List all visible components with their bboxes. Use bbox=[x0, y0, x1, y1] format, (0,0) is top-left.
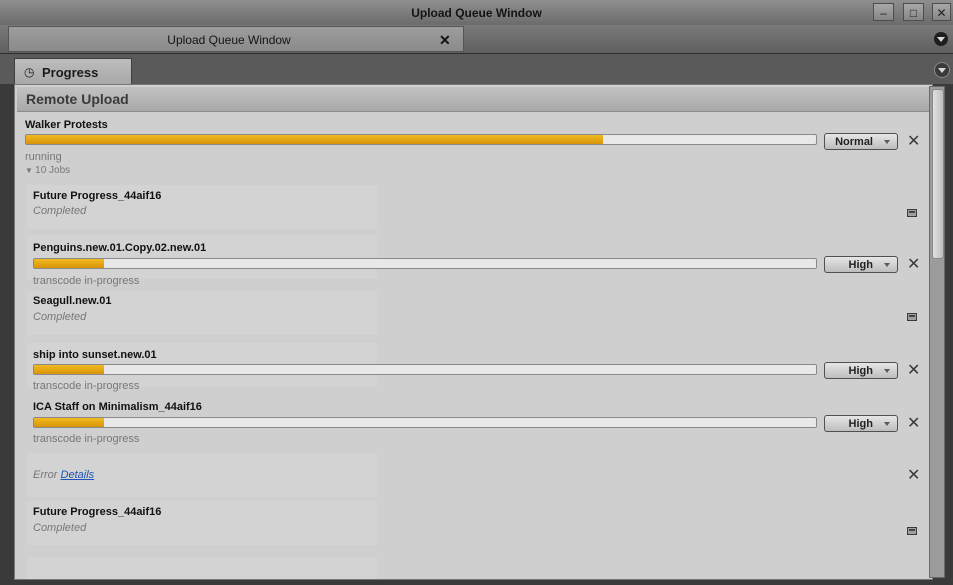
list-item bbox=[27, 557, 377, 579]
chevron-down-icon bbox=[884, 263, 890, 267]
job-status: Completed bbox=[33, 205, 87, 217]
cancel-job-icon[interactable]: ✕ bbox=[907, 363, 920, 379]
job-status: transcode in-progress bbox=[33, 275, 140, 287]
job-priority-select[interactable]: High bbox=[824, 415, 898, 432]
tab-upload-queue[interactable]: Upload Queue Window ✕ bbox=[8, 26, 464, 52]
job-progress-bar bbox=[33, 258, 817, 269]
close-window-button[interactable]: ✕ bbox=[932, 3, 951, 21]
document-icon[interactable] bbox=[907, 209, 917, 217]
window-title: Upload Queue Window bbox=[411, 6, 542, 20]
cancel-job-icon[interactable]: ✕ bbox=[907, 257, 920, 273]
job-status: Completed bbox=[33, 311, 87, 323]
scrollbar-thumb[interactable] bbox=[932, 89, 944, 259]
clock-icon: ◷ bbox=[24, 65, 35, 79]
panel-tab-row: ◷ Progress bbox=[0, 54, 953, 84]
triangle-down-icon: ▼ bbox=[25, 166, 36, 175]
job-name: ship into sunset.new.01 bbox=[33, 349, 157, 361]
progress-fill bbox=[34, 365, 105, 374]
chevron-down-icon bbox=[884, 140, 890, 144]
section-header: Remote Upload bbox=[17, 87, 929, 112]
priority-value: High bbox=[848, 365, 873, 377]
progress-fill bbox=[34, 259, 105, 268]
cancel-main-job-icon[interactable]: ✕ bbox=[907, 134, 920, 150]
jobs-toggle[interactable]: ▼ 10 Jobs bbox=[25, 165, 70, 176]
job-name: Future Progress_44aif16 bbox=[33, 190, 162, 202]
cancel-job-icon[interactable]: ✕ bbox=[907, 416, 920, 432]
close-tab-icon[interactable]: ✕ bbox=[439, 32, 451, 49]
job-progress-bar bbox=[33, 417, 817, 428]
job-status: transcode in-progress bbox=[33, 433, 140, 445]
job-progress-bar bbox=[33, 364, 817, 375]
minimize-button[interactable]: – bbox=[873, 3, 894, 21]
panel-tab-label: Progress bbox=[42, 65, 99, 80]
main-job-status: running bbox=[25, 151, 62, 163]
job-priority-select[interactable]: High bbox=[824, 362, 898, 379]
error-row: Error Details bbox=[33, 469, 94, 481]
progress-fill bbox=[34, 418, 105, 427]
job-status: transcode in-progress bbox=[33, 380, 140, 392]
vertical-scrollbar[interactable] bbox=[929, 86, 945, 578]
chevron-down-icon bbox=[884, 369, 890, 373]
main-job-name: Walker Protests bbox=[25, 119, 108, 131]
job-name: ICA Staff on Minimalism_44aif16 bbox=[33, 401, 202, 413]
upload-list-panel: Remote Upload Walker Protests Normal ✕ r… bbox=[14, 84, 933, 580]
job-status: Completed bbox=[33, 522, 87, 534]
job-priority-select[interactable]: High bbox=[824, 256, 898, 273]
job-name: Future Progress_44aif16 bbox=[33, 506, 162, 518]
main-priority-select[interactable]: Normal bbox=[824, 133, 898, 150]
section-title: Remote Upload bbox=[26, 91, 129, 107]
title-bar: Upload Queue Window – □ ✕ bbox=[0, 0, 953, 26]
tab-progress[interactable]: ◷ Progress bbox=[14, 58, 132, 84]
details-link[interactable]: Details bbox=[61, 469, 95, 481]
job-name: Penguins.new.01.Copy.02.new.01 bbox=[33, 242, 207, 254]
panel-menu-icon[interactable] bbox=[934, 62, 950, 78]
main-job-progress-bar bbox=[25, 134, 817, 145]
error-label: Error bbox=[33, 469, 58, 481]
tab-menu-icon[interactable] bbox=[934, 32, 948, 46]
tab-label: Upload Queue Window bbox=[167, 33, 291, 47]
priority-value: High bbox=[848, 418, 873, 430]
document-tab-row: Upload Queue Window ✕ bbox=[0, 25, 953, 54]
priority-value: Normal bbox=[835, 136, 873, 148]
document-icon[interactable] bbox=[907, 527, 917, 535]
priority-value: High bbox=[848, 259, 873, 271]
job-name: Seagull.new.01 bbox=[33, 295, 112, 307]
document-icon[interactable] bbox=[907, 313, 917, 321]
chevron-down-icon bbox=[884, 422, 890, 426]
maximize-button[interactable]: □ bbox=[903, 3, 924, 21]
dismiss-error-icon[interactable]: ✕ bbox=[907, 468, 920, 484]
jobs-count: 10 Jobs bbox=[35, 165, 71, 176]
progress-fill bbox=[26, 135, 603, 144]
